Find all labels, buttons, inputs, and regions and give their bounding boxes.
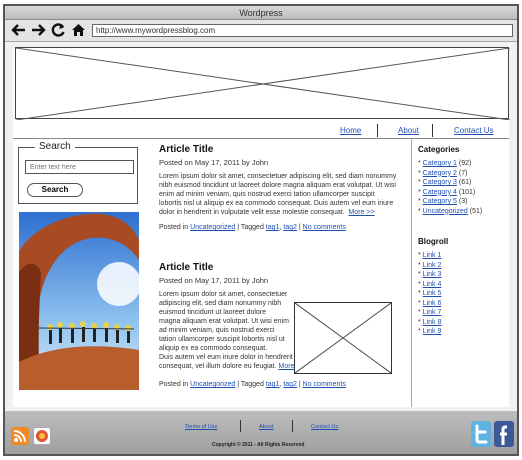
- nav-home-link[interactable]: Home: [340, 126, 361, 135]
- category-item: * Category 1 (92): [418, 160, 472, 167]
- search-widget: Search Search: [18, 141, 138, 204]
- blogroll-link[interactable]: Link 3: [423, 271, 442, 278]
- category-link[interactable]: Category 2: [423, 170, 457, 177]
- blogroll-item: * Link 8: [418, 318, 442, 326]
- blogroll-item: * Link 9: [418, 328, 442, 335]
- footer-separator: [292, 420, 293, 432]
- article-body: Lorem ipsum dolor sit amet, consectetuer…: [159, 172, 399, 217]
- article-posted: Posted on May 17, 2011 by John: [159, 276, 269, 285]
- blogroll-link[interactable]: Link 1: [423, 252, 442, 259]
- category-count: (61): [458, 179, 472, 186]
- blogroll-link[interactable]: Link 5: [423, 290, 442, 297]
- footer-separator: [240, 420, 241, 432]
- article-body: Lorem ipsum dolor sit amet, consectetuer…: [159, 291, 289, 352]
- category-link[interactable]: Category 5: [423, 198, 457, 205]
- article-1: Article Title Posted on May 17, 2011 by …: [159, 144, 399, 231]
- column-divider: [411, 139, 412, 407]
- copyright-text: Copyright © 2011 - All Rights Reserved: [212, 442, 305, 448]
- search-title: Search: [35, 141, 75, 152]
- more-link[interactable]: More >>: [349, 209, 375, 216]
- tag1-link[interactable]: tag1: [266, 381, 280, 388]
- footer-about-link[interactable]: About: [259, 424, 273, 430]
- category-count: (51): [469, 207, 483, 215]
- browser-toolbar: http://www.mywordpressblog.com: [5, 20, 517, 42]
- category-link[interactable]: Uncategorized: [423, 208, 468, 215]
- category-item: * Category 3 (61): [418, 179, 472, 186]
- blogroll-widget: Blogroll * Link 1 * Link 2 * Link 3 * Li…: [418, 237, 508, 337]
- search-input[interactable]: [25, 160, 134, 174]
- footer-contact-link[interactable]: Contact Us: [311, 424, 338, 430]
- page-footer: Terms of Use About Contact Us Copyright …: [5, 411, 517, 454]
- nav-contact-link[interactable]: Contact Us: [454, 126, 494, 135]
- home-icon[interactable]: [69, 21, 87, 41]
- search-button[interactable]: Search: [27, 183, 83, 197]
- blogroll-item: * Link 4: [418, 280, 442, 288]
- blogroll-link[interactable]: Link 7: [423, 309, 442, 316]
- blogroll-item: * Link 5: [418, 290, 442, 297]
- category-count: (92): [458, 160, 472, 167]
- category-link[interactable]: Category 1: [423, 160, 457, 167]
- blogroll-item: * Link 2: [418, 261, 442, 269]
- posted-in-label: Posted in: [159, 224, 189, 231]
- tag2-link[interactable]: tag2: [283, 381, 297, 388]
- category-item: * Uncategorized (51): [418, 207, 483, 215]
- category-count: (7): [458, 169, 468, 177]
- nav-about-link[interactable]: About: [398, 126, 419, 135]
- category-link[interactable]: Uncategorized: [190, 224, 235, 231]
- blogroll-link[interactable]: Link 4: [423, 281, 442, 288]
- facebook-icon[interactable]: [494, 421, 514, 447]
- category-link[interactable]: Uncategorized: [190, 381, 235, 388]
- category-count: (3): [458, 198, 468, 205]
- forward-arrow-icon[interactable]: [29, 21, 47, 41]
- category-item: * Category 5 (3): [418, 198, 468, 205]
- categories-title: Categories: [418, 145, 460, 154]
- tagged-label: | Tagged: [237, 224, 264, 231]
- blogroll-item: * Link 6: [418, 299, 442, 307]
- window-title: Wordpress: [5, 6, 517, 20]
- blogroll-item: * Link 3: [418, 271, 442, 278]
- article-meta: Posted in Uncategorized | Tagged tag1, t…: [159, 224, 346, 231]
- sidebar-photo: [19, 212, 139, 390]
- blogroll-link[interactable]: Link 8: [423, 319, 442, 326]
- blogroll-link[interactable]: Link 9: [423, 328, 442, 335]
- comments-link[interactable]: No comments: [303, 381, 346, 388]
- category-item: * Category 4 (101): [418, 188, 476, 196]
- article-image-placeholder: [294, 302, 392, 374]
- top-navigation: Home About Contact Us: [13, 124, 509, 138]
- blogroll-link[interactable]: Link 2: [423, 262, 442, 269]
- footer-terms-link[interactable]: Terms of Use: [185, 424, 217, 430]
- article-meta: Posted in Uncategorized | Tagged tag1, t…: [159, 381, 346, 388]
- tagged-label: | Tagged: [237, 381, 264, 388]
- back-arrow-icon[interactable]: [9, 21, 27, 41]
- blogroll-item: * Link 7: [418, 309, 442, 316]
- blogroll-item: * Link 1: [418, 252, 442, 259]
- refresh-icon[interactable]: [49, 21, 67, 41]
- header-banner-placeholder: [15, 47, 510, 120]
- nav-separator: [377, 124, 378, 137]
- browser-window: Wordpress http://www.mywordpressblog.com…: [3, 4, 519, 456]
- twitter-icon[interactable]: [471, 421, 491, 447]
- tag2-link[interactable]: tag2: [283, 224, 297, 231]
- tag1-link[interactable]: tag1: [266, 224, 280, 231]
- nav-separator: [432, 124, 433, 137]
- article-posted: Posted on May 17, 2011 by John: [159, 158, 269, 167]
- category-count: (101): [458, 188, 476, 196]
- blogroll-link[interactable]: Link 6: [423, 300, 442, 307]
- article-title[interactable]: Article Title: [159, 262, 399, 273]
- posted-in-label: Posted in: [159, 381, 189, 388]
- article-2: Article Title Posted on May 17, 2011 by …: [159, 262, 399, 388]
- page-content: Home About Contact Us Search Search: [13, 47, 510, 407]
- categories-widget: Categories * Category 1 (92) * Category …: [418, 145, 508, 216]
- category-link[interactable]: Category 3: [423, 179, 457, 186]
- divider: [13, 138, 509, 139]
- comments-link[interactable]: No comments: [303, 224, 346, 231]
- category-item: * Category 2 (7): [418, 169, 468, 177]
- rss-icon[interactable]: [11, 427, 29, 445]
- share-icon[interactable]: [33, 427, 51, 445]
- blogroll-title: Blogroll: [418, 237, 449, 246]
- address-bar[interactable]: http://www.mywordpressblog.com: [92, 24, 513, 37]
- article-title[interactable]: Article Title: [159, 144, 399, 155]
- category-link[interactable]: Category 4: [423, 189, 457, 196]
